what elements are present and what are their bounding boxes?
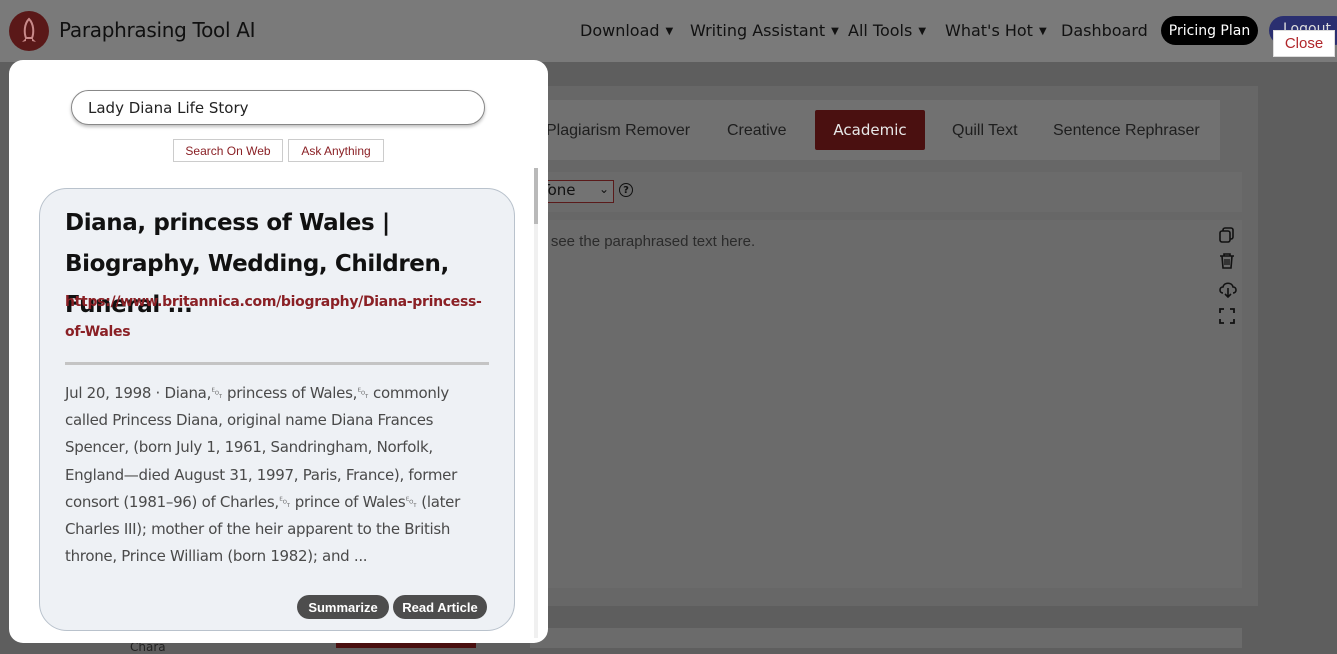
chevron-down-icon: ▼ xyxy=(1038,26,1047,37)
output-area xyxy=(530,220,1242,588)
download-cloud-icon[interactable] xyxy=(1218,280,1237,299)
nav-all-tools[interactable]: All Tools ▼ xyxy=(848,21,926,40)
summarize-button[interactable]: Summarize xyxy=(297,595,389,619)
copy-icon[interactable] xyxy=(1218,226,1236,244)
chevron-down-icon: ⌄ xyxy=(598,182,609,196)
scrollbar[interactable] xyxy=(534,168,538,638)
bottom-bar xyxy=(530,628,1242,648)
divider xyxy=(65,362,489,365)
read-article-button[interactable]: Read Article xyxy=(393,595,487,619)
search-on-web-button[interactable]: Search On Web xyxy=(173,139,283,162)
fullscreen-icon[interactable] xyxy=(1218,307,1236,325)
nav-download-label: Download xyxy=(580,21,660,40)
result-snippet: Jul 20, 1998 · Diana,␄ princess of Wales… xyxy=(65,384,460,566)
mode-sentence-rephraser[interactable]: Sentence Rephraser xyxy=(1053,122,1200,140)
chevron-down-icon: ▼ xyxy=(918,26,927,37)
nav-download[interactable]: Download ▼ xyxy=(580,21,673,40)
brand-title[interactable]: Paraphrasing Tool AI xyxy=(59,18,256,42)
logo-rocket-icon[interactable] xyxy=(9,11,49,51)
pricing-plan-button[interactable]: Pricing Plan xyxy=(1161,16,1258,45)
mode-quill-text[interactable]: Quill Text xyxy=(952,122,1018,140)
nav-dashboard[interactable]: Dashboard xyxy=(1061,21,1148,40)
ask-anything-button[interactable]: Ask Anything xyxy=(288,139,384,162)
tone-bar xyxy=(530,172,1242,212)
close-button[interactable]: Close xyxy=(1273,30,1335,57)
chevron-down-icon: ▼ xyxy=(831,26,839,37)
top-navigation: Paraphrasing Tool AI Download ▼ Writing A… xyxy=(0,0,1337,62)
nav-writing-assistant[interactable]: Writing Assistant ▼ xyxy=(690,21,839,40)
nav-whats-hot-label: What's Hot xyxy=(945,21,1033,40)
search-input[interactable] xyxy=(71,90,485,125)
search-modal: Search On Web Ask Anything Diana, prince… xyxy=(9,60,548,643)
nav-whats-hot[interactable]: What's Hot ▼ xyxy=(945,21,1047,40)
nav-all-tools-label: All Tools xyxy=(848,21,913,40)
trash-icon[interactable] xyxy=(1218,252,1236,270)
mode-plagiarism-remover[interactable]: Plagiarism Remover xyxy=(546,122,690,140)
search-result-card: Diana, princess of Wales | Biography, We… xyxy=(39,188,515,631)
help-icon[interactable]: ? xyxy=(619,183,633,197)
scrollbar-thumb[interactable] xyxy=(534,168,538,224)
mode-academic[interactable]: Academic xyxy=(815,110,925,150)
nav-writing-assistant-label: Writing Assistant xyxy=(690,21,826,40)
output-placeholder: ll see the paraphrased text here. xyxy=(540,233,756,250)
result-url-link[interactable]: https://www.britannica.com/biography/Dia… xyxy=(65,287,485,347)
mode-creative[interactable]: Creative xyxy=(727,122,787,140)
chevron-down-icon: ▼ xyxy=(665,26,674,37)
